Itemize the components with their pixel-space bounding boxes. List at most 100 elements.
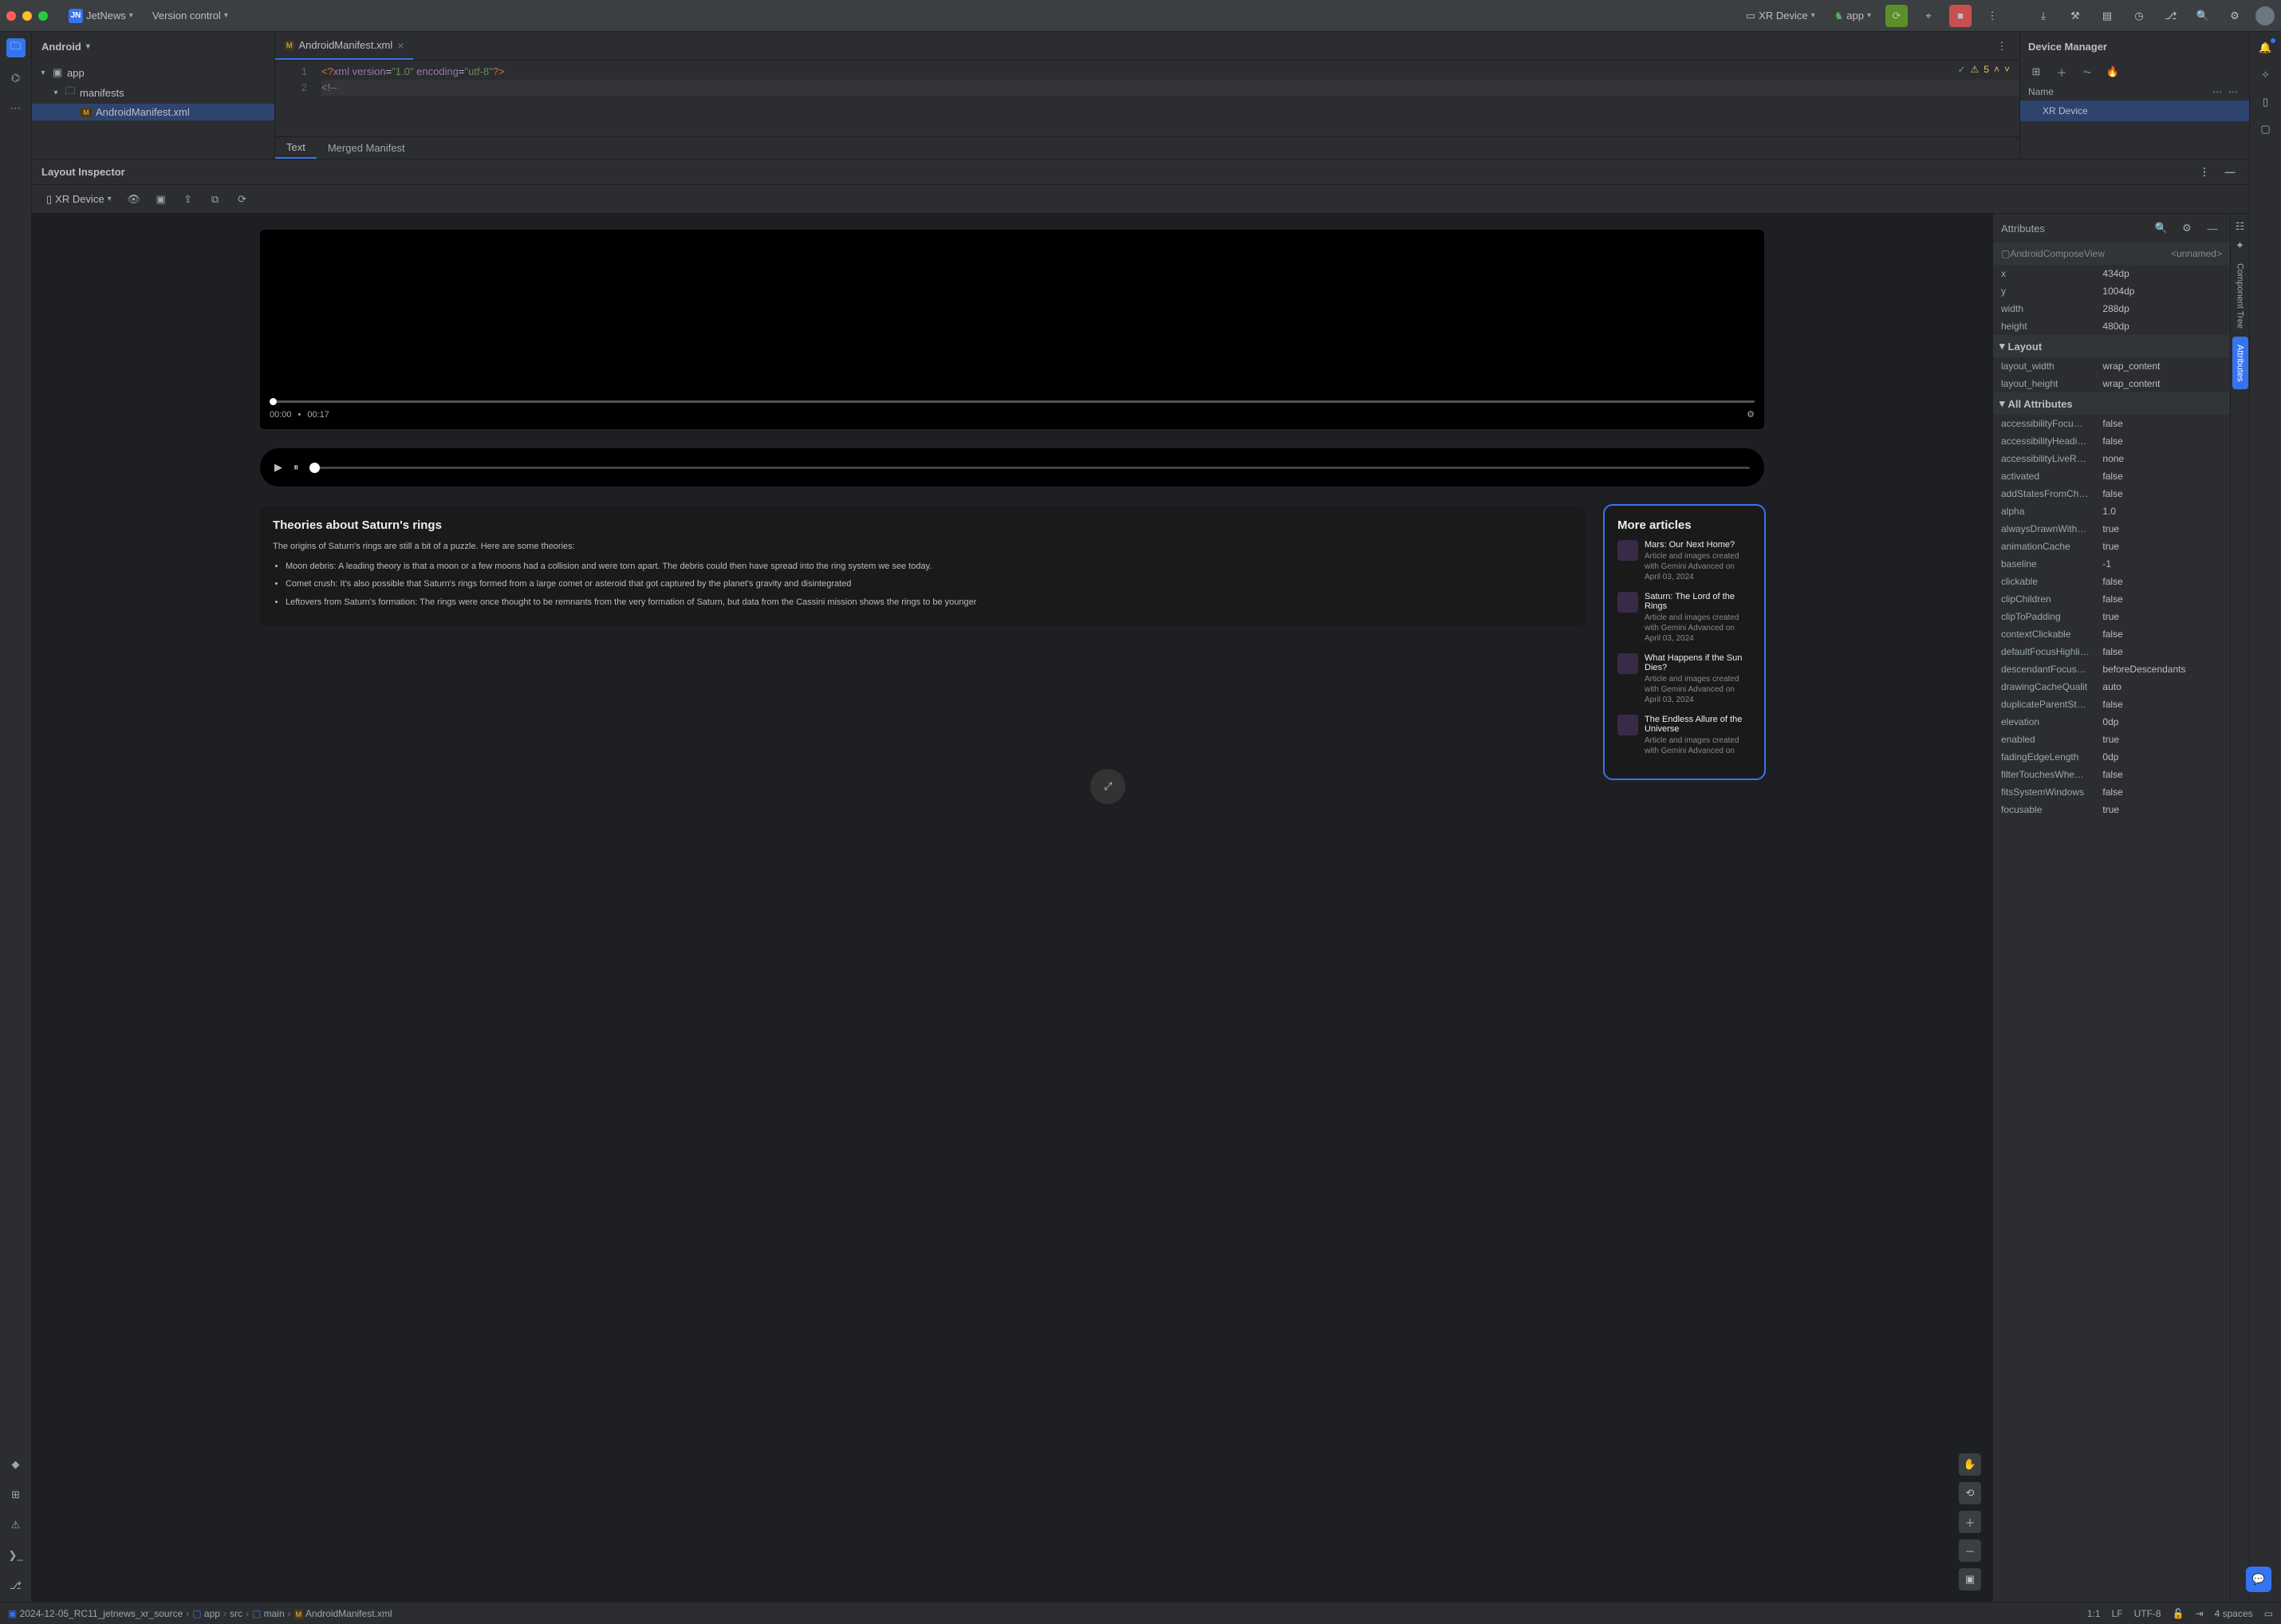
vcs-tool-button[interactable]: ⎇ — [6, 1576, 26, 1595]
attribute-row[interactable]: focusabletrue — [1993, 801, 2230, 818]
inspector-device-selector[interactable]: ▯ XR Device ▾ — [41, 190, 116, 209]
attributes-tab[interactable]: Attributes — [2232, 337, 2248, 389]
attribute-row[interactable]: width288dp — [1993, 300, 2230, 317]
gems-tool-button[interactable]: ◆ — [6, 1455, 26, 1474]
sub-tab-merged[interactable]: Merged Manifest — [317, 137, 416, 159]
settings-button[interactable]: ⚙ — [2224, 5, 2246, 27]
attribute-row[interactable]: layout_widthwrap_content — [1993, 357, 2230, 375]
attribute-row[interactable]: drawingCacheQualitauto — [1993, 678, 2230, 696]
problems-tool-button[interactable]: ⚠ — [6, 1516, 26, 1535]
collapse-attributes[interactable]: — — [2203, 219, 2222, 238]
attribute-row[interactable]: height480dp — [1993, 317, 2230, 335]
attributes-list[interactable]: x434dpy1004dpwidth288dpheight480dp▾Layou… — [1993, 265, 2230, 1602]
sync-button[interactable]: ⤓ — [2032, 5, 2054, 27]
run-button[interactable]: ⟳ — [1885, 5, 1908, 27]
gear-icon[interactable]: ⚙ — [1747, 409, 1755, 420]
sub-tab-text[interactable]: Text — [275, 137, 317, 159]
add-device-button[interactable]: ＋ — [2052, 62, 2071, 81]
export-button[interactable]: ⇪ — [179, 190, 198, 209]
git-button[interactable]: ⎇ — [2160, 5, 2182, 27]
live-updates-button[interactable]: 👁 — [124, 190, 144, 209]
inspector-options[interactable]: ⋮ — [2195, 163, 2214, 182]
attribute-row[interactable]: clipToPaddingtrue — [1993, 608, 2230, 625]
attribute-row[interactable]: descendantFocus…beforeDescendants — [1993, 660, 2230, 678]
code-content[interactable]: <?xml version="1.0" encoding="utf-8"?> <… — [315, 61, 2019, 136]
more-tool-button[interactable]: ⋯ — [6, 99, 26, 118]
notifications-button[interactable]: 🔔 — [2256, 38, 2275, 57]
search-button[interactable]: 🔍 — [2192, 5, 2214, 27]
attribute-row[interactable]: duplicateParentSt…false — [1993, 696, 2230, 713]
expand-icon[interactable]: ▾ — [51, 89, 61, 97]
inspector-minimize[interactable]: — — [2220, 163, 2240, 182]
attribute-row[interactable]: enabledtrue — [1993, 731, 2230, 748]
attribute-row[interactable]: x434dp — [1993, 265, 2230, 282]
project-tool-button[interactable]: 🗀 — [6, 38, 26, 57]
device-manager-button[interactable]: ▯ — [2256, 93, 2275, 112]
rotate-button[interactable]: ⟲ — [1959, 1482, 1981, 1504]
project-panel-header[interactable]: Android ▾ — [32, 32, 274, 61]
play-icon[interactable]: ▶ — [274, 461, 282, 474]
tree-node-app[interactable]: ▾ ▣ app — [32, 64, 274, 81]
attribute-row[interactable]: alwaysDrawnWith…true — [1993, 520, 2230, 538]
attribute-row[interactable]: accessibilityFocu…false — [1993, 415, 2230, 432]
attribute-row[interactable]: accessibilityLiveR…none — [1993, 450, 2230, 467]
close-window-icon[interactable] — [6, 11, 16, 21]
maximize-window-icon[interactable] — [38, 11, 48, 21]
expand-icon[interactable]: ▾ — [38, 69, 48, 77]
stop-button[interactable]: ■ — [1949, 5, 1972, 27]
tree-node-manifests[interactable]: ▾ 🗀 manifests — [32, 81, 274, 104]
editor-tab[interactable]: M AndroidManifest.xml × — [275, 32, 413, 60]
project-menu[interactable]: JN JetNews ▾ — [64, 6, 138, 26]
emulator-button[interactable]: ▢ — [2256, 120, 2275, 139]
structure-tool-button[interactable]: ⌬ — [6, 69, 26, 88]
breadcrumb-item[interactable]: src — [230, 1608, 242, 1619]
attribute-row[interactable]: addStatesFromCh…false — [1993, 485, 2230, 503]
chevron-down-icon[interactable]: ˅ — [2004, 64, 2010, 75]
tree-node-manifest-file[interactable]: M AndroidManifest.xml — [32, 104, 274, 120]
ai-assistant-button[interactable]: 💬 — [2246, 1567, 2271, 1592]
firebase-button[interactable]: 🔥 — [2103, 62, 2122, 81]
user-avatar[interactable] — [2255, 6, 2275, 26]
attribute-row[interactable]: filterTouchesWhe…false — [1993, 766, 2230, 783]
attribute-row[interactable]: defaultFocusHighli…false — [1993, 643, 2230, 660]
attribute-row[interactable]: contextClickablefalse — [1993, 625, 2230, 643]
code-editor[interactable]: 1 2 <?xml version="1.0" encoding="utf-8"… — [275, 61, 2019, 136]
caret-position[interactable]: 1:1 — [2087, 1608, 2101, 1619]
component-tree-tab[interactable]: Component Tree — [2232, 255, 2248, 337]
overlay-button[interactable]: ⧉ — [206, 190, 225, 209]
project-tree[interactable]: ▾ ▣ app ▾ 🗀 manifests M AndroidMan — [32, 61, 274, 159]
attribute-row[interactable]: elevation0dp — [1993, 713, 2230, 731]
volume-slider[interactable] — [309, 467, 1750, 469]
build-button[interactable]: ⚒ — [2064, 5, 2086, 27]
attribute-row[interactable]: layout_heightwrap_content — [1993, 375, 2230, 392]
editor-inspection-widget[interactable]: ✓ ⚠ 5 ˄ ˅ — [1957, 64, 2010, 75]
more-article-item[interactable]: The Endless Allure of the UniverseArticl… — [1617, 715, 1751, 756]
close-tab-icon[interactable]: × — [397, 39, 404, 52]
memory-icon[interactable]: ▭ — [2264, 1608, 2273, 1619]
expand-fab[interactable]: ⤢ — [1090, 769, 1125, 804]
attribute-row[interactable]: fadingEdgeLength0dp — [1993, 748, 2230, 766]
app-quality-button[interactable]: ▤ — [2096, 5, 2118, 27]
search-attributes[interactable]: 🔍 — [2152, 219, 2171, 238]
sparkle-icon-button[interactable]: ✦ — [2231, 236, 2250, 255]
component-tree-icon[interactable]: ☷ — [2231, 217, 2250, 236]
more-article-item[interactable]: Saturn: The Lord of the RingsArticle and… — [1617, 592, 1751, 644]
attribute-row[interactable]: alpha1.0 — [1993, 503, 2230, 520]
pause-icon[interactable]: ⏸ — [293, 461, 299, 474]
refresh-button[interactable]: ⟳ — [233, 190, 252, 209]
gradle-button[interactable]: ✧ — [2256, 65, 2275, 85]
breadcrumb[interactable]: ▣ 2024-12-05_RC11_jetnews_xr_source › ▢ … — [8, 1608, 392, 1619]
attribute-row[interactable]: clipChildrenfalse — [1993, 590, 2230, 608]
terminal-tool-button[interactable]: ❯_ — [6, 1546, 26, 1565]
breadcrumb-item[interactable]: M AndroidManifest.xml — [294, 1608, 392, 1619]
fit-button[interactable]: ▣ — [1959, 1568, 1981, 1590]
readonly-icon[interactable]: 🔓 — [2173, 1608, 2184, 1619]
more-article-item[interactable]: Mars: Our Next Home?Article and images c… — [1617, 540, 1751, 582]
zoom-out-button[interactable]: － — [1959, 1539, 1981, 1562]
line-ending[interactable]: LF — [2112, 1608, 2123, 1619]
build-variants-button[interactable]: ⊞ — [6, 1485, 26, 1504]
breadcrumb-item[interactable]: ▢ main — [252, 1608, 285, 1619]
editor-tab-actions[interactable]: ⋮ — [1991, 35, 2013, 57]
attribute-row[interactable]: y1004dp — [1993, 282, 2230, 300]
attribute-row[interactable]: fitsSystemWindowsfalse — [1993, 783, 2230, 801]
